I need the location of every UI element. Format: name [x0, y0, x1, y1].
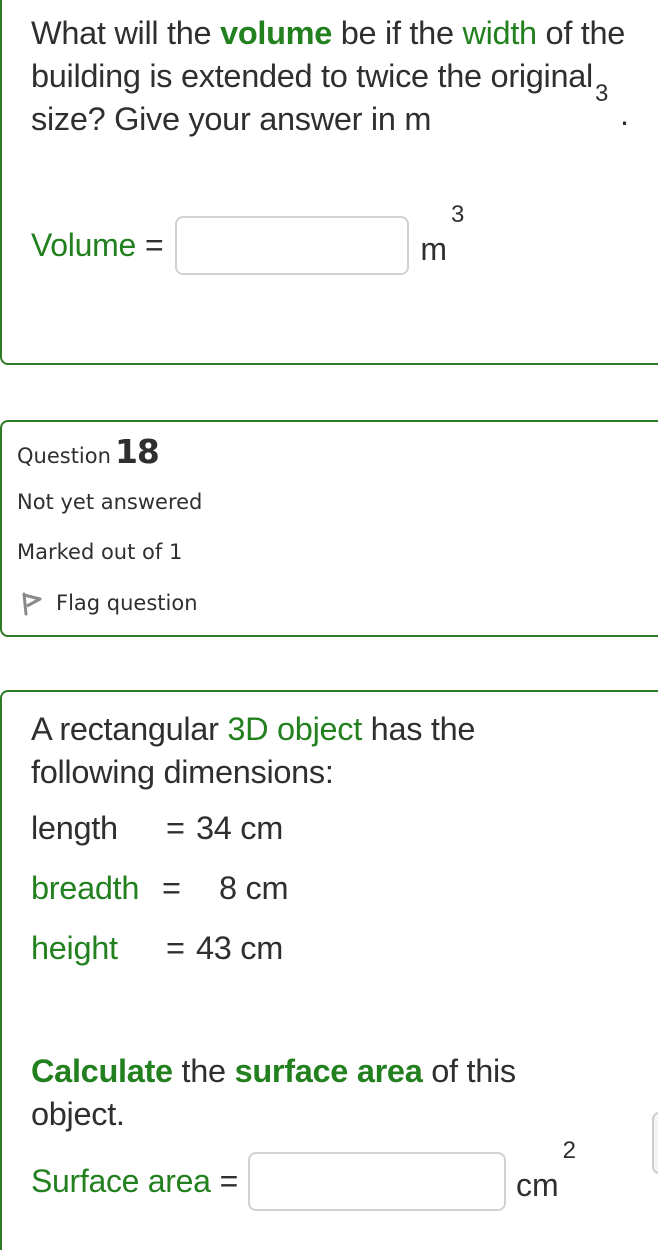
scroll-handle[interactable] — [652, 1112, 658, 1174]
dimension-name: height — [31, 930, 118, 966]
surface-area-unit: cm 2 — [516, 1137, 576, 1204]
dimension-equals: = — [166, 930, 185, 966]
volume-answer-row: Volume = m3 — [31, 201, 464, 275]
dimension-value: 43 cm — [196, 930, 284, 966]
q18-keyword-3d-object: 3D object — [227, 711, 362, 747]
volume-input[interactable] — [175, 216, 410, 275]
question-number-heading: Question 18 — [17, 432, 160, 471]
question-18-task: Calculate the surface area of this objec… — [31, 1050, 611, 1136]
q17-text-part: What will the — [31, 15, 221, 51]
dimension-value: 34 cm — [196, 810, 284, 846]
question-label: Question — [17, 444, 111, 468]
flag-question-label: Flag question — [56, 591, 198, 615]
dimension-name: length — [31, 810, 118, 846]
q18-text-part: A rectangular — [31, 711, 228, 747]
flag-question-button[interactable]: Flag question — [18, 590, 198, 616]
surface-area-input[interactable] — [248, 1152, 507, 1211]
question-17-text: What will the volume be if the width of … — [31, 12, 651, 141]
volume-unit: m3 — [420, 201, 464, 268]
volume-unit-superscript: 3 — [450, 201, 465, 228]
volume-equals: = — [144, 227, 164, 263]
dimension-equals: = — [162, 870, 181, 906]
q18-keyword-surface-area: surface area — [234, 1053, 423, 1089]
q17-unit-superscript: 3 — [595, 80, 609, 107]
question-number: 18 — [114, 432, 160, 471]
volume-label: Volume — [31, 227, 136, 263]
surface-area-answer-row: Surface area = cm 2 — [31, 1137, 576, 1211]
volume-unit-text: m — [420, 231, 447, 267]
surface-area-equals: = — [219, 1163, 239, 1199]
dimension-height: height = 43 cm — [31, 930, 283, 967]
surface-area-unit-superscript: 2 — [562, 1137, 577, 1164]
q17-keyword-volume: volume — [220, 15, 333, 51]
question-18-intro: A rectangular 3D object has the followin… — [31, 708, 591, 794]
surface-area-label: Surface area — [31, 1163, 211, 1199]
dimension-value: 8 cm — [219, 870, 289, 906]
q18-keyword-calculate: Calculate — [31, 1053, 173, 1089]
dimension-equals: = — [166, 810, 185, 846]
dimension-name: breadth — [31, 870, 140, 906]
dimension-length: length = 34 cm — [31, 810, 283, 847]
q17-text-part: be if the — [332, 15, 463, 51]
dimension-breadth: breadth = 8 cm — [31, 870, 289, 907]
q17-trailing-period: . — [620, 96, 630, 132]
flag-icon — [22, 592, 42, 616]
q18-text-part: the — [172, 1053, 235, 1089]
question-status: Not yet answered — [17, 490, 203, 514]
question-marks: Marked out of 1 — [17, 540, 183, 564]
surface-area-unit-text: cm — [516, 1167, 559, 1203]
q17-keyword-width: width — [462, 15, 537, 51]
